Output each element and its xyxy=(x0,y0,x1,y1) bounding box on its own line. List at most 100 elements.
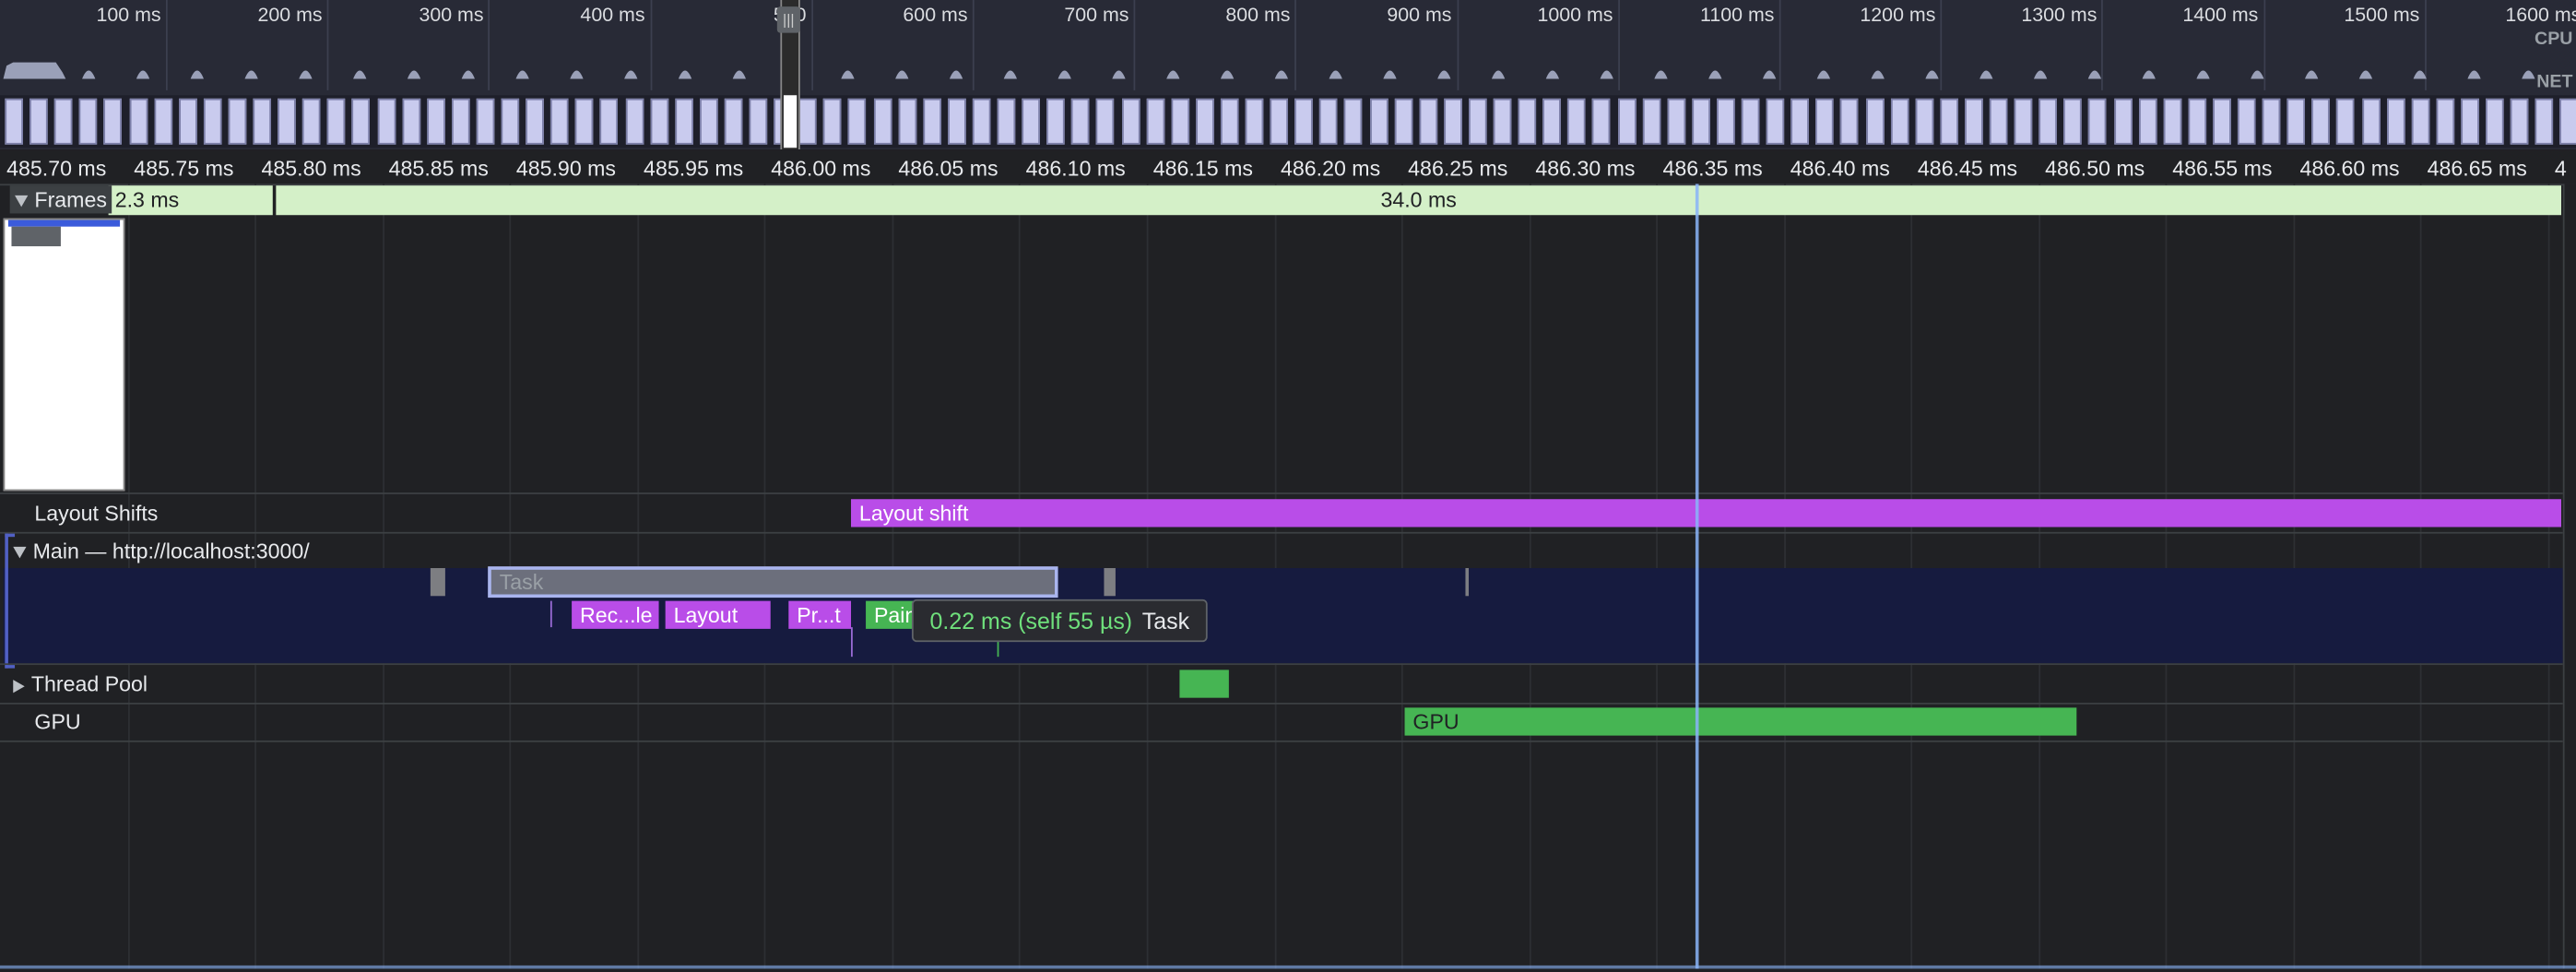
filmstrip-frame[interactable] xyxy=(2262,98,2281,145)
filmstrip-frame[interactable] xyxy=(1741,98,1760,145)
frames-track-header[interactable]: Frames xyxy=(9,185,112,214)
filmstrip-frame[interactable] xyxy=(823,98,842,145)
filmstrip-frame[interactable] xyxy=(2436,98,2454,145)
filmstrip-frame[interactable] xyxy=(526,98,544,145)
filmstrip-frame[interactable] xyxy=(2163,98,2181,145)
recalc-style-event[interactable]: Rec...le xyxy=(572,600,659,629)
filmstrip-frame[interactable] xyxy=(2138,98,2157,145)
filmstrip-frame[interactable] xyxy=(1022,98,1041,145)
filmstrip-frame[interactable] xyxy=(1915,98,1933,145)
filmstrip-frame[interactable] xyxy=(1964,98,1983,145)
frames-track[interactable]: 2.3 ms 34.0 ms xyxy=(0,184,2563,217)
filmstrip-frame[interactable] xyxy=(1369,98,1388,145)
layout-event[interactable]: Layout xyxy=(665,600,771,629)
layout-shift-event[interactable]: Layout shift xyxy=(851,499,2561,527)
filmstrip-frame[interactable] xyxy=(401,98,420,145)
filmstrip-frame[interactable] xyxy=(1245,98,1264,145)
filmstrip-frame[interactable] xyxy=(2535,98,2554,145)
filmstrip-frame[interactable] xyxy=(352,98,371,145)
task-event-selected[interactable]: Task xyxy=(488,566,1058,599)
chevron-down-icon[interactable] xyxy=(13,546,27,559)
gpu-event[interactable]: GPU xyxy=(1404,707,2077,736)
filmstrip-frame[interactable] xyxy=(1394,98,1412,145)
filmstrip-frame[interactable] xyxy=(972,98,991,145)
prepaint-event[interactable]: Pr...t xyxy=(788,600,852,629)
filmstrip-frame[interactable] xyxy=(575,98,594,145)
filmstrip-frame[interactable] xyxy=(1667,98,1685,145)
filmstrip-frame[interactable] xyxy=(1890,98,1908,145)
filmstrip-frame[interactable] xyxy=(1146,98,1164,145)
filmstrip-frame[interactable] xyxy=(2188,98,2206,145)
filmstrip-frame[interactable] xyxy=(1766,98,1785,145)
filmstrip-frame[interactable] xyxy=(1468,98,1487,145)
filmstrip-frame[interactable] xyxy=(1493,98,1512,145)
filmstrip-frame[interactable] xyxy=(997,98,1016,145)
filmstrip-frame[interactable] xyxy=(2088,98,2108,145)
filmstrip-frame[interactable] xyxy=(1840,98,1860,145)
filmstrip-frame[interactable] xyxy=(1691,98,1710,145)
filmstrip-frame[interactable] xyxy=(1940,98,1958,145)
filmstrip-frame[interactable] xyxy=(2336,98,2356,145)
filmstrip-frame[interactable] xyxy=(5,98,23,145)
task-chip[interactable] xyxy=(430,568,445,597)
filmstrip-frame[interactable] xyxy=(426,98,445,145)
filmstrip-frame[interactable] xyxy=(2038,98,2058,145)
frame-bar-2[interactable]: 34.0 ms xyxy=(276,185,2561,216)
filmstrip-frame[interactable] xyxy=(451,98,470,145)
filmstrip-frame[interactable] xyxy=(2361,98,2381,145)
filmstrip-frame[interactable] xyxy=(798,98,817,145)
filmstrip-frame[interactable] xyxy=(1865,98,1884,145)
filmstrip-frame[interactable] xyxy=(1319,98,1338,145)
filmstrip-frame[interactable] xyxy=(2286,98,2306,145)
filmstrip-frame[interactable] xyxy=(302,98,321,145)
filmstrip-frame[interactable] xyxy=(1716,98,1735,145)
filmstrip-frame[interactable] xyxy=(1046,98,1066,145)
filmstrip-frame[interactable] xyxy=(1642,98,1660,145)
filmstrip-frame[interactable] xyxy=(1567,98,1587,145)
filmstrip-frame[interactable] xyxy=(253,98,272,145)
filmstrip-frame[interactable] xyxy=(2237,98,2256,145)
filmstrip-frame[interactable] xyxy=(1270,98,1289,145)
frame-screenshot-thumbnail[interactable] xyxy=(3,218,125,492)
filmstrip-frame[interactable] xyxy=(1170,98,1189,145)
filmstrip-frame[interactable] xyxy=(1790,98,1810,145)
filmstrip-frame[interactable] xyxy=(1344,98,1363,145)
filmstrip-frame[interactable] xyxy=(1419,98,1437,145)
filmstrip-frame[interactable] xyxy=(79,98,98,145)
filmstrip-frame[interactable] xyxy=(1542,98,1562,145)
filmstrip-frame[interactable] xyxy=(1592,98,1611,145)
gpu-track-header[interactable]: GPU xyxy=(34,709,80,734)
filmstrip-frame[interactable] xyxy=(501,98,520,145)
chevron-right-icon[interactable] xyxy=(13,679,25,693)
filmstrip-frame[interactable] xyxy=(749,98,768,145)
filmstrip-frame[interactable] xyxy=(203,98,222,145)
filmstrip-frame[interactable] xyxy=(30,98,48,145)
filmstrip-frame[interactable] xyxy=(2113,98,2133,145)
paint-event[interactable]: Pain xyxy=(866,600,916,629)
filmstrip-frame[interactable] xyxy=(2311,98,2331,145)
filmstrip-frame[interactable] xyxy=(327,98,346,145)
filmstrip-frame[interactable] xyxy=(128,98,148,145)
filmstrip-frame[interactable] xyxy=(54,98,73,145)
filmstrip-frame[interactable] xyxy=(699,98,718,145)
filmstrip-frame[interactable] xyxy=(2486,98,2504,145)
filmstrip-frame[interactable] xyxy=(153,98,172,145)
filmstrip-frame[interactable] xyxy=(897,98,916,145)
layout-shifts-track-header[interactable]: Layout Shifts xyxy=(34,501,158,526)
filmstrip-frame[interactable] xyxy=(1220,98,1239,145)
filmstrip-frame[interactable] xyxy=(625,98,644,145)
filmstrip-frame[interactable] xyxy=(1294,98,1314,145)
filmstrip-frame[interactable] xyxy=(2063,98,2083,145)
filmstrip-frame[interactable] xyxy=(2014,98,2033,145)
filmstrip-frame[interactable] xyxy=(1989,98,2008,145)
filmstrip-frame[interactable] xyxy=(550,98,569,145)
main-track-header[interactable]: Main — http://localhost:3000/ xyxy=(13,539,310,563)
filmstrip-frame[interactable] xyxy=(2559,98,2576,145)
filmstrip-frame[interactable] xyxy=(873,98,892,145)
filmstrip-frame[interactable] xyxy=(476,98,495,145)
filmstrip-frame[interactable] xyxy=(947,98,966,145)
frame-bar-1[interactable]: 2.3 ms xyxy=(108,185,273,216)
filmstrip-frame[interactable] xyxy=(178,98,197,145)
task-chip[interactable] xyxy=(1465,568,1470,597)
filmstrip-frame[interactable] xyxy=(2411,98,2429,145)
